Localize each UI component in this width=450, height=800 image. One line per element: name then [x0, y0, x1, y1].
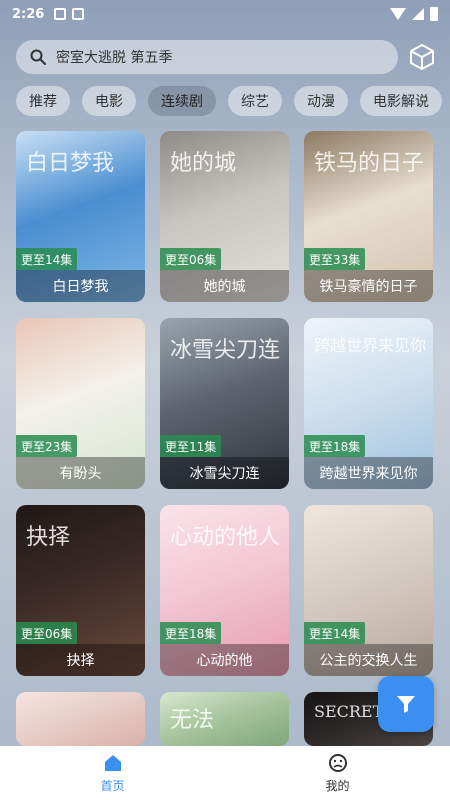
poster-title-art: SECRET	[314, 702, 384, 721]
nav-label: 首页	[100, 779, 125, 793]
face-icon	[328, 754, 347, 772]
episode-badge: 更至11集	[160, 435, 222, 457]
card-title: 她的城	[160, 270, 289, 302]
poster-title-art: 无法	[170, 708, 215, 733]
poster-title-art: 铁马的日子	[314, 151, 425, 176]
drama-card[interactable]: 冰雪尖刀连 更至11集 冰雪尖刀连	[160, 318, 289, 489]
drama-card[interactable]: 抉择 更至06集 抉择	[16, 505, 145, 676]
card-title: 白日梦我	[16, 270, 145, 302]
card-title: 铁马豪情的日子	[304, 270, 433, 302]
card-title: 抉择	[16, 644, 145, 676]
nav-item-0[interactable]: 首页	[0, 746, 225, 800]
drama-card[interactable]: 更至14集 公主的交换人生	[304, 505, 433, 676]
notification-icon	[72, 8, 85, 20]
card-title: 有盼头	[16, 457, 145, 489]
poster-title-art: 白日梦我	[26, 151, 115, 176]
poster-title-art: 抉择	[26, 525, 71, 550]
bottom-nav: 首页 我的	[0, 746, 450, 800]
episode-badge: 更至18集	[160, 622, 222, 644]
tab-2[interactable]: 连续剧	[148, 86, 216, 116]
episode-badge: 更至06集	[160, 248, 222, 270]
home-icon	[104, 755, 121, 771]
card-title: 跨越世界来见你	[304, 457, 433, 489]
poster-title-art: 冰雪尖刀连	[170, 338, 281, 363]
drama-card[interactable]: 无法	[160, 692, 289, 746]
poster-title-art: 心动的他人	[170, 525, 281, 550]
drama-card[interactable]	[16, 692, 145, 746]
nav-label: 我的	[325, 779, 350, 793]
tab-0[interactable]: 推荐	[16, 86, 70, 116]
signal-icon	[412, 8, 424, 20]
search-icon	[30, 49, 46, 65]
episode-badge: 更至14集	[16, 248, 78, 270]
card-title: 冰雪尖刀连	[160, 457, 289, 489]
cube-icon[interactable]	[408, 42, 436, 72]
drama-card[interactable]: 跨越世界来见你 更至18集 跨越世界来见你	[304, 318, 433, 489]
poster-title-art: 她的城	[170, 151, 237, 176]
card-title: 公主的交换人生	[304, 644, 433, 676]
wifi-icon	[390, 8, 406, 20]
battery-icon	[430, 7, 438, 21]
nav-item-1[interactable]: 我的	[225, 746, 450, 800]
drama-card[interactable]: 她的城 更至06集 她的城	[160, 131, 289, 302]
drama-card[interactable]: 更至23集 有盼头	[16, 318, 145, 489]
tab-1[interactable]: 电影	[82, 86, 136, 116]
search-input[interactable]: 密室大逃脱 第五季	[56, 47, 172, 67]
drama-card[interactable]: 心动的他人更至18集 心动的他	[160, 505, 289, 676]
category-tabs: 推荐 电影 连续剧 综艺 动漫 电影解说	[16, 86, 442, 118]
poster-title-art: 跨越世界来见你	[314, 336, 427, 355]
poster-image	[16, 692, 145, 746]
card-title: 心动的他	[160, 644, 289, 676]
tab-4[interactable]: 动漫	[294, 86, 348, 116]
search-bar[interactable]: 密室大逃脱 第五季	[16, 40, 398, 74]
episode-badge: 更至14集	[304, 622, 366, 644]
drama-card[interactable]: 白日梦我 更至14集 白日梦我	[16, 131, 145, 302]
tab-3[interactable]: 综艺	[228, 86, 282, 116]
filter-icon	[397, 696, 415, 713]
drama-card[interactable]: 铁马的日子更至33集 铁马豪情的日子	[304, 131, 433, 302]
status-time: 2:26	[12, 6, 45, 22]
gallery-icon	[54, 8, 67, 20]
filter-button[interactable]	[378, 676, 434, 732]
tab-5[interactable]: 电影解说	[360, 86, 442, 116]
episode-badge: 更至23集	[16, 435, 78, 457]
episode-badge: 更至06集	[16, 622, 78, 644]
status-bar: 2:26	[0, 0, 450, 28]
episode-badge: 更至18集	[304, 435, 366, 457]
episode-badge: 更至33集	[304, 248, 366, 270]
